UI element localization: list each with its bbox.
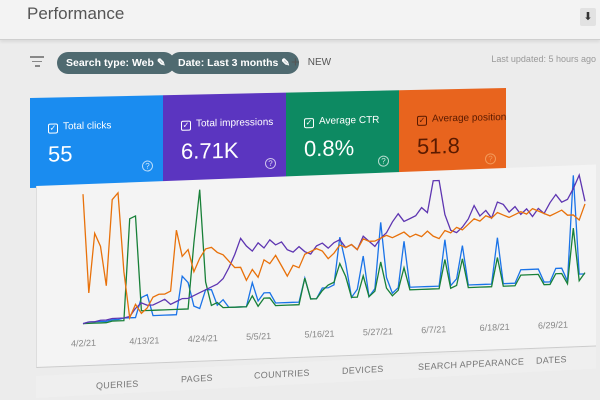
filter-icon[interactable] (30, 56, 44, 70)
date-chip[interactable]: Date: Last 3 months ✎ (169, 52, 300, 74)
card-value: 0.8% (304, 135, 355, 162)
card-average-ctr[interactable]: ✓ Average CTR 0.8% ? (286, 90, 399, 183)
top-bar: Performance ⬇ (0, 0, 600, 40)
x-tick-label: 5/5/21 (246, 331, 271, 342)
card-label: Average position (432, 112, 507, 125)
help-icon[interactable]: ? (378, 155, 389, 167)
help-icon[interactable]: ? (485, 153, 496, 165)
pencil-icon: ✎ (156, 57, 166, 69)
card-total-impressions[interactable]: ✓ Total impressions 6.71K ? (163, 92, 286, 186)
card-label: Total clicks (63, 120, 112, 133)
tab-queries[interactable]: QUERIES (96, 379, 139, 391)
page-title: Performance (27, 4, 125, 23)
last-updated: Last updated: 5 hours ago (491, 54, 596, 64)
download-icon[interactable]: ⬇ (580, 8, 596, 26)
search-type-chip[interactable]: Search type: Web ✎ (57, 52, 175, 74)
filter-bar: Search type: Web ✎ Date: Last 3 months ✎… (0, 44, 600, 84)
checkbox-icon[interactable]: ✓ (181, 120, 191, 131)
tab-countries[interactable]: COUNTRIES (254, 368, 310, 381)
series-line-0 (82, 175, 585, 325)
chip-label: Search type: Web (66, 57, 154, 69)
series-line-1 (83, 189, 586, 325)
checkbox-icon[interactable]: ✓ (48, 123, 58, 134)
card-average-position[interactable]: ✓ Average position 51.8 ? (399, 88, 507, 181)
chart-svg: 4/2/21 4/13/21 4/24/21 5/5/21 5/16/21 5/27/21… (71, 173, 586, 349)
performance-chart: 4/2/21 4/13/21 4/24/21 5/5/21 5/16/21 5/27/21… (36, 164, 596, 368)
series-line-2 (82, 173, 586, 325)
help-icon[interactable]: ? (142, 160, 153, 172)
new-label: NEW (307, 57, 332, 68)
card-label: Average CTR (319, 114, 380, 127)
tab-search-appearance[interactable]: SEARCH APPEARANCE (418, 356, 524, 372)
card-total-clicks[interactable]: ✓ Total clicks 55 ? (30, 95, 163, 188)
new-filter-button[interactable]: + NEW (291, 54, 331, 71)
x-tick-label: 5/27/21 (363, 326, 393, 337)
x-tick-label: 6/18/21 (480, 322, 510, 333)
x-tick-label: 6/7/21 (421, 324, 446, 335)
checkbox-icon[interactable]: ✓ (304, 118, 314, 129)
x-tick-label: 4/2/21 (71, 338, 96, 349)
x-tick-label: 5/16/21 (304, 329, 334, 340)
checkbox-icon[interactable]: ✓ (417, 115, 427, 126)
chip-label: Date: Last 3 months (178, 57, 279, 69)
series-line-3 (82, 191, 586, 321)
pencil-icon: ✎ (281, 57, 291, 69)
tab-pages[interactable]: PAGES (181, 373, 213, 385)
tab-devices[interactable]: DEVICES (342, 364, 384, 376)
x-tick-label: 4/24/21 (188, 333, 218, 344)
card-value: 51.8 (417, 132, 460, 159)
tab-dates[interactable]: DATES (536, 354, 567, 366)
plus-icon: + (291, 54, 300, 71)
card-label: Total impressions (196, 116, 274, 130)
card-value: 6.71K (181, 137, 239, 164)
x-tick-label: 4/13/21 (129, 335, 159, 346)
card-value: 55 (48, 141, 73, 167)
help-icon[interactable]: ? (265, 157, 276, 170)
x-tick-label: 6/29/21 (538, 320, 568, 331)
